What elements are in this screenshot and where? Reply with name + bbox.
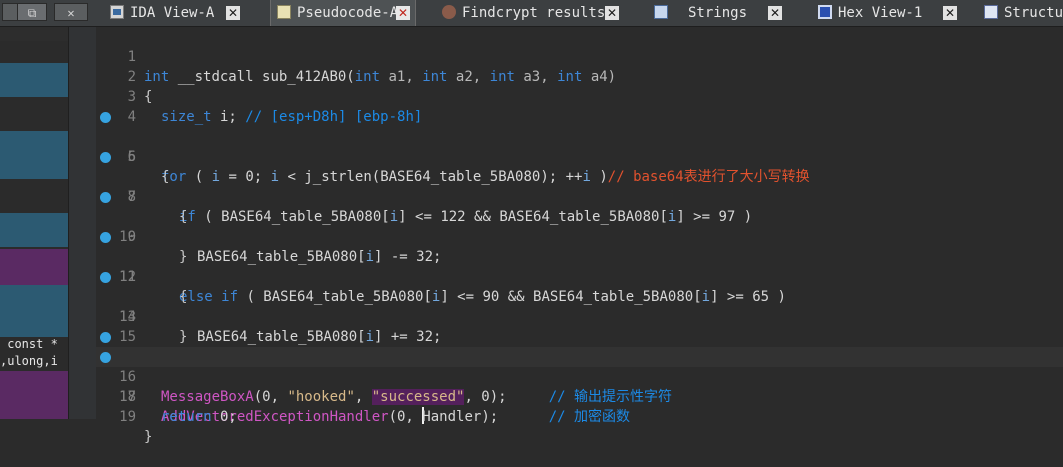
tab-pseudocode-a[interactable]: Pseudocode-A (270, 0, 416, 26)
close-pane-button[interactable]: ✕ (54, 3, 88, 21)
pane-band (0, 63, 68, 97)
pane-band (0, 213, 68, 247)
tab-label: Hex View-1 (838, 5, 923, 21)
pane-splitter[interactable] (68, 27, 97, 419)
breakpoint-dot-icon[interactable] (100, 112, 111, 123)
tab-strings[interactable]: Strings (648, 0, 768, 26)
code-line[interactable]: 4 (96, 87, 1063, 125)
comment: // 加密函数 (548, 409, 631, 425)
ida-view-icon (110, 4, 124, 19)
code-line[interactable]: 6 { (96, 127, 1063, 185)
code-line[interactable]: 13 BASE64_table_5BA080[i] += 32; (96, 267, 1063, 345)
pseudocode-editor[interactable]: 1 int __stdcall sub_412AB0(int a1, int a… (96, 27, 1063, 445)
pseudocode-icon (277, 4, 291, 19)
code-text: ); (481, 409, 549, 425)
pane-text: const * (0, 337, 58, 351)
breakpoint-dot-icon[interactable] (100, 192, 111, 203)
strings-icon (654, 4, 668, 19)
breakpoint-dot-icon[interactable] (100, 152, 111, 163)
pane-band (0, 285, 68, 337)
structures-icon (984, 4, 998, 19)
code-text: (0, (388, 409, 423, 425)
tab-label: Pseudocode-A (297, 5, 399, 21)
pane-band (0, 97, 68, 113)
code-line[interactable]: 14 } (96, 287, 1063, 345)
pane-band (0, 131, 68, 179)
code-line[interactable]: 3 size_t i; // [esp+D8h] [ebp-8h] (96, 67, 1063, 125)
code-line[interactable]: 1 int __stdcall sub_412AB0(int a1, int a… (96, 27, 1063, 85)
close-icon[interactable]: ✕ (396, 6, 410, 20)
code-text: 0; (211, 409, 237, 425)
tab-label: Structu (1004, 5, 1063, 21)
tab-label: Strings (688, 5, 748, 21)
code-line[interactable]: 12 { (96, 247, 1063, 305)
pane-band (0, 249, 68, 285)
tab-hex-view-1[interactable]: Hex View-1 (812, 0, 962, 26)
pane-band (0, 27, 68, 41)
code-line[interactable]: 9 BASE64_table_5BA080[i] -= 32; (96, 187, 1063, 265)
tab-ida-view-a[interactable]: IDA View-A (104, 0, 272, 26)
close-icon[interactable]: ✕ (768, 6, 782, 20)
tab-bar: ▁ ⧉ ✕ IDA View-A ✕ Pseudocode-A ✕ Findcr… (0, 0, 1063, 27)
code-line[interactable]: 5 for ( i = 0; i < j_strlen(BASE64_table… (96, 107, 1063, 185)
hex-view-icon (818, 4, 832, 19)
keyword: return (161, 409, 212, 425)
code-line[interactable]: 2 { (96, 47, 1063, 105)
close-icon[interactable]: ✕ (943, 6, 957, 20)
breakpoint-dot-icon[interactable] (100, 352, 111, 363)
tab-findcrypt-results[interactable]: Findcrypt results (436, 0, 626, 26)
tab-structures[interactable]: Structu (978, 0, 1063, 26)
pane-band (0, 371, 68, 419)
findcrypt-icon (442, 4, 456, 19)
code-line[interactable]: 19 } (96, 387, 1063, 445)
breakpoint-dot-icon[interactable] (100, 272, 111, 283)
code-line[interactable]: 8 { (96, 167, 1063, 225)
close-icon[interactable]: ✕ (226, 6, 240, 20)
pane-text: ,ulong,i (0, 354, 58, 368)
code-line[interactable]: 15 } (96, 307, 1063, 365)
brace: } (144, 429, 153, 445)
code-line[interactable]: 11 else if ( BASE64_table_5BA080[i] <= 9… (96, 227, 1063, 305)
handler-ref[interactable]: Handler (422, 409, 481, 425)
tab-label: IDA View-A (130, 5, 215, 21)
line-number: 19 (119, 409, 136, 425)
code-line[interactable]: 16 MessageBoxA(0, "hooked", "successed",… (96, 327, 1063, 405)
close-icon[interactable]: ✕ (605, 6, 619, 20)
breakpoint-dot-icon[interactable] (100, 332, 111, 343)
tab-label: Findcrypt results (462, 5, 606, 21)
code-line-current[interactable]: 17 AddVectoredExceptionHandler(0, Handle… (96, 347, 1063, 425)
code-line[interactable]: 10 } (96, 207, 1063, 265)
code-line[interactable]: 18 return 0; (96, 367, 1063, 425)
code-line[interactable]: 7 if ( BASE64_table_5BA080[i] <= 122 && … (96, 147, 1063, 225)
breakpoint-dot-icon[interactable] (100, 232, 111, 243)
restore-button[interactable]: ⧉ (17, 3, 47, 21)
left-side-pane: const * ,ulong,i (0, 27, 68, 419)
